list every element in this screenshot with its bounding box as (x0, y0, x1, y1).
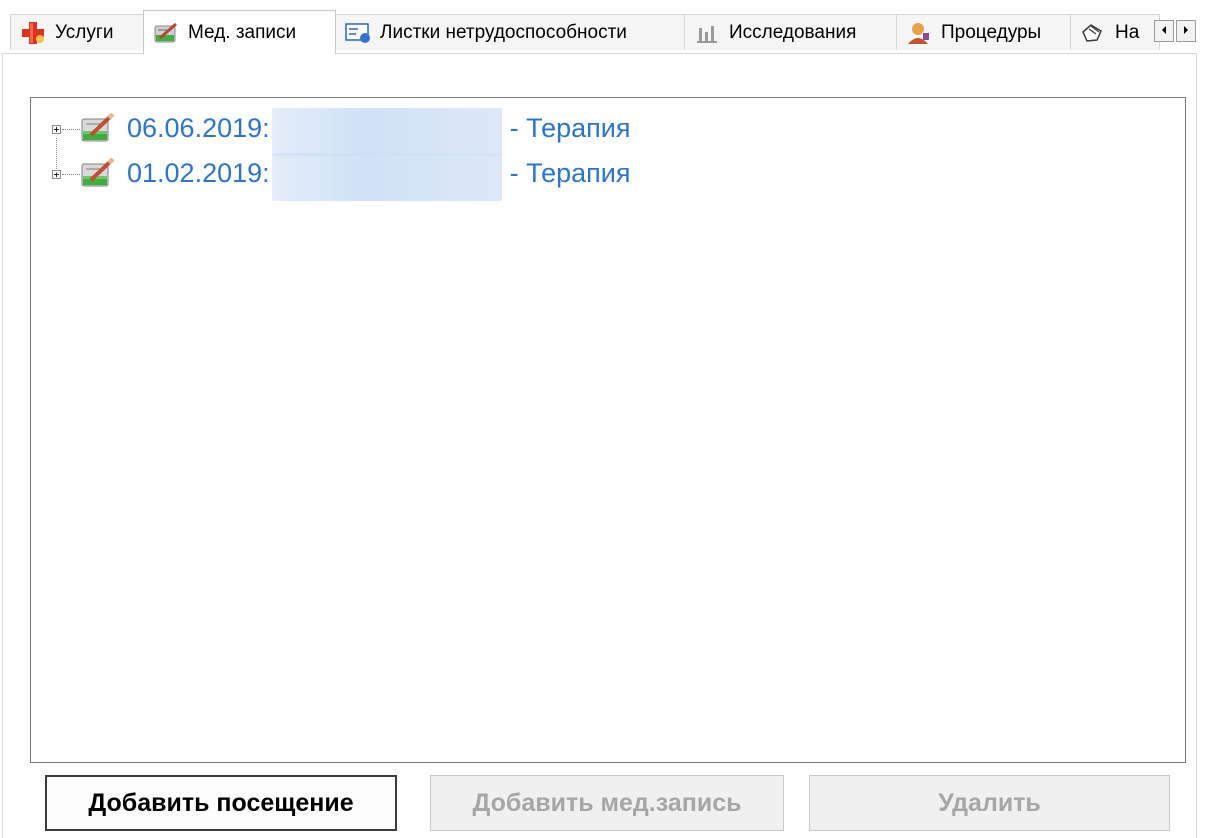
tab-sick-leaves[interactable]: Листки нетрудоспособности (335, 14, 685, 50)
tree-connector (62, 129, 80, 130)
tree-connector (56, 138, 57, 173)
tab-label: Мед. записи (188, 21, 297, 43)
tree-node-record[interactable]: 01.02.2019: - Терапия (31, 152, 731, 201)
tab-research[interactable]: Исследования (684, 14, 897, 50)
record-date: 06.06.2019: (127, 112, 270, 143)
tab-label: Исследования (729, 21, 857, 43)
tab-services[interactable]: Услуги (10, 14, 144, 50)
record-date: 01.02.2019: (127, 157, 270, 188)
procedure-person-icon (905, 20, 933, 46)
tab-scroll-right-button[interactable] (1176, 20, 1196, 42)
tab-label: Процедуры (941, 21, 1042, 43)
add-med-record-button[interactable]: Добавить мед.запись (430, 775, 784, 831)
tab-referrals[interactable]: На (1070, 14, 1160, 50)
record-specialty: - Терапия (509, 157, 631, 188)
tree-node-record[interactable]: 06.06.2019: - Терапия (31, 107, 731, 156)
research-chart-icon (693, 20, 721, 46)
redacted-region (271, 153, 502, 201)
delete-button[interactable]: Удалить (809, 775, 1170, 831)
add-visit-button[interactable]: Добавить посещение (45, 775, 397, 831)
tab-label: Услуги (55, 21, 114, 43)
tab-scroll-buttons (1154, 20, 1196, 42)
redacted-region (271, 108, 502, 156)
medical-cross-icon (19, 20, 47, 46)
tab-label: Листки нетрудоспособности (380, 21, 627, 43)
record-label[interactable]: 01.02.2019: - Терапия (127, 153, 631, 201)
expand-plus-icon[interactable] (52, 125, 61, 134)
scroll-left-icon (1160, 22, 1168, 40)
tab-label: На (1115, 21, 1140, 43)
tab-strip: Услуги Мед. записи Листки нетрудоспособн… (0, 0, 1213, 56)
medical-record-icon (152, 20, 180, 46)
medical-records-window: Услуги Мед. записи Листки нетрудоспособн… (0, 0, 1213, 838)
tab-med-records[interactable]: Мед. записи (143, 10, 336, 54)
record-specialty: - Терапия (509, 112, 631, 143)
record-label[interactable]: 06.06.2019: - Терапия (127, 108, 631, 156)
tab-procedures[interactable]: Процедуры (896, 14, 1071, 50)
tab-scroll-left-button[interactable] (1154, 20, 1174, 42)
tree-connector (62, 174, 80, 175)
records-tree[interactable]: 06.06.2019: - Терапия 01.02.2019: - Тера… (30, 97, 1186, 763)
referral-hand-icon (1079, 20, 1107, 46)
scroll-right-icon (1182, 22, 1190, 40)
sick-leave-icon (344, 20, 372, 46)
medical-record-icon (79, 156, 117, 190)
medical-record-icon (79, 111, 117, 145)
